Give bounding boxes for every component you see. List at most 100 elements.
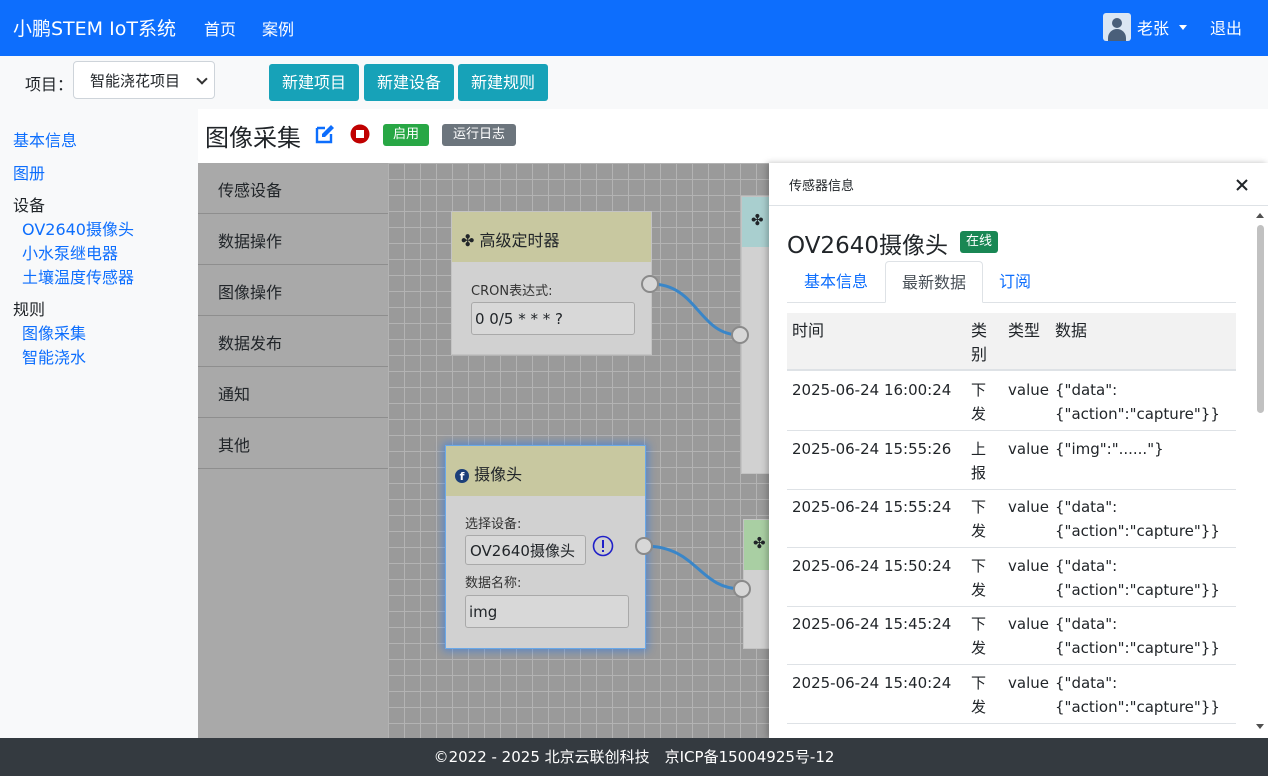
cell-data: {"img":"......"} [1055, 439, 1164, 458]
tab-subscribe[interactable]: 订阅 [983, 261, 1047, 303]
puzzle-icon: ✤ [742, 197, 769, 247]
puzzle-icon: ✤ [461, 231, 475, 250]
sidebar: 基本信息 图册 设备 OV2640摄像头 小水泵继电器 土壤温度传感器 规则 图… [0, 109, 198, 738]
cell-data: {"data": [1055, 556, 1118, 575]
edit-icon[interactable] [314, 123, 336, 145]
table-header: 时间 类别 类型 数据 [787, 313, 1236, 371]
table-row: 2025-06-24 15:55:24 下发 value {"data": {"acti… [787, 489, 1236, 548]
node-input-port[interactable] [733, 580, 751, 598]
run-log-badge[interactable]: 运行日志 [442, 124, 516, 146]
sidebar-item-rule[interactable]: 图像采集 [22, 320, 86, 344]
top-navbar: 小鹏STEM IoT系统 首页 案例 老张 退出 [0, 0, 1268, 56]
cell-category: 下发 [971, 556, 987, 599]
scroll-up-arrow[interactable] [1256, 213, 1264, 218]
tab-latest-data[interactable]: 最新数据 [885, 261, 983, 303]
cell-time: 2025-06-24 15:55:26 [792, 439, 952, 458]
sidebar-item-album[interactable]: 图册 [13, 160, 45, 184]
panel-tabs: 基本信息 最新数据 订阅 [787, 261, 1236, 303]
cell-type: value [1008, 556, 1049, 575]
cell-type: value [1008, 439, 1049, 458]
project-select[interactable]: 智能浇花项目 [73, 61, 215, 99]
data-name-input[interactable]: img [465, 595, 629, 628]
cell-type: value [1008, 381, 1049, 399]
cell-category: 上报 [971, 439, 987, 482]
new-device-button[interactable]: 新建设备 [364, 64, 454, 101]
cell-data: {"data": [1055, 673, 1118, 692]
chevron-down-icon [196, 73, 208, 85]
cell-data: {"data": [1055, 381, 1118, 399]
cell-data: {"data": [1055, 498, 1118, 516]
cell-data-line2: {"action":"capture"}} [1055, 697, 1220, 716]
cell-data-line2: {"action":"capture"}} [1055, 580, 1220, 599]
table-row: 2025-06-24 15:45:24 下发 value {"data": {"acti… [787, 606, 1236, 665]
panel-header: 传感器信息 [769, 163, 1268, 206]
project-select-value: 智能浇花项目 [90, 72, 181, 90]
table-row: 2025-06-24 15:50:24 下发 value {"data": {"acti… [787, 548, 1236, 607]
sidebar-item-device[interactable]: 土壤温度传感器 [22, 264, 134, 288]
footer: ©2022 - 2025 北京云联创科技 京ICP备15004925号-12 [0, 738, 1268, 776]
logout-link[interactable]: 退出 [1210, 15, 1242, 39]
nav-home-link[interactable]: 首页 [204, 16, 236, 40]
cell-category: 下发 [971, 498, 987, 540]
camera-node-header: f 摄像头 [446, 446, 645, 496]
toolbar: 项目： 智能浇花项目 新建项目 新建设备 新建规则 [0, 56, 1268, 109]
cell-category: 下发 [971, 673, 987, 716]
user-menu[interactable]: 老张 [1103, 12, 1188, 42]
facebook-icon: f [455, 469, 469, 483]
panel-scrollbar[interactable] [1253, 209, 1268, 736]
device-select[interactable]: OV2640摄像头 [465, 535, 586, 565]
sidebar-item-basic-info[interactable]: 基本信息 [13, 127, 77, 151]
col-time: 时间 [792, 321, 825, 340]
brand-logo[interactable]: 小鹏STEM IoT系统 [13, 14, 176, 41]
cell-category: 下发 [971, 381, 987, 423]
node-input-port[interactable] [731, 326, 749, 344]
sidebar-rules-heading: 规则 [13, 300, 46, 319]
new-rule-button[interactable]: 新建规则 [458, 64, 548, 101]
camera-node-title: 摄像头 [474, 465, 523, 484]
cell-data-line2: {"action":"capture"}} [1055, 405, 1220, 423]
stop-icon[interactable] [350, 124, 370, 144]
nav-cases-link[interactable]: 案例 [262, 16, 294, 40]
cell-data: {"data": [1055, 615, 1118, 633]
cron-input[interactable]: 0 0/5 * * * ? [471, 302, 635, 335]
sidebar-devices-heading: 设备 [13, 196, 46, 215]
camera-node[interactable]: f 摄像头 选择设备: OV2640摄像头 数据名称: img [445, 445, 646, 649]
scroll-thumb[interactable] [1257, 225, 1264, 413]
timer-node[interactable]: ✤ 高级定时器 CRON表达式: 0 0/5 * * * ? [451, 211, 652, 355]
chevron-down-icon [1179, 24, 1188, 30]
page-title: 图像采集 [205, 124, 301, 152]
data-name-label: 数据名称: [465, 576, 522, 591]
timer-output-port[interactable] [641, 275, 659, 293]
sidebar-item-rule[interactable]: 智能浇水 [22, 344, 86, 368]
cell-time: 2025-06-24 15:55:24 [792, 498, 952, 516]
avatar [1103, 13, 1131, 41]
camera-output-port[interactable] [635, 537, 653, 555]
data-table: 时间 类别 类型 数据 2025-06-24 16:00:24 下发 value {"… [787, 313, 1236, 738]
cell-data-line2: {"action":"capture"}} [1055, 639, 1220, 657]
puzzle-icon: ✤ [744, 520, 769, 570]
rule-canvas[interactable]: 传感设备 数据操作 图像操作 数据发布 通知 其他 ✤ ✤ ✤ 高级定时器 CR… [198, 163, 769, 738]
sidebar-item-device[interactable]: OV2640摄像头 [22, 216, 134, 240]
cell-time: 2025-06-24 16:00:24 [792, 381, 952, 399]
cell-type: value [1008, 673, 1049, 692]
online-badge: 在线 [960, 231, 998, 253]
cell-time: 2025-06-24 15:50:24 [792, 556, 952, 575]
new-project-button[interactable]: 新建项目 [269, 64, 359, 101]
cell-data-line2: {"action":"capture"}} [1055, 522, 1220, 540]
status-badge[interactable]: 启用 [383, 124, 429, 146]
cell-category: 下发 [971, 615, 987, 657]
device-select-label: 选择设备: [465, 517, 522, 532]
timer-node-title: 高级定时器 [479, 231, 560, 250]
col-type: 类型 [1008, 321, 1041, 340]
table-row: 2025-06-24 15:40:24 下发 value {"data": {"acti… [787, 665, 1236, 724]
tab-basic-info[interactable]: 基本信息 [787, 261, 885, 303]
sidebar-item-device[interactable]: 小水泵继电器 [22, 240, 118, 264]
device-title: OV2640摄像头 [787, 233, 948, 259]
table-row: 2025-06-24 16:00:24 下发 value {"data": {"acti… [787, 372, 1236, 431]
col-category: 类别 [971, 321, 988, 364]
close-icon[interactable] [1235, 178, 1249, 192]
cell-type: value [1008, 615, 1049, 633]
scroll-down-arrow[interactable] [1256, 724, 1264, 729]
table-row: 2025-06-24 15:55:26 上报 value {"img":"......… [787, 431, 1236, 490]
warning-icon [592, 535, 614, 557]
